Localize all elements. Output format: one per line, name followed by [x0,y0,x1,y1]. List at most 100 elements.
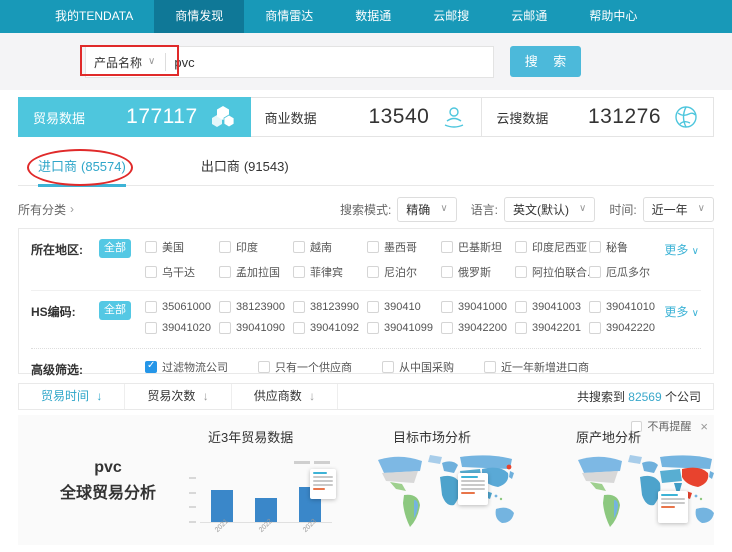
tab-importers[interactable]: 进口商(85574) [38,150,126,186]
checkbox-box[interactable] [441,241,453,253]
result-number: 82569 [628,390,661,404]
region-checkbox[interactable]: 巴基斯坦 [441,239,515,255]
sort-item[interactable]: 贸易时间 ↓ [19,384,125,409]
checkbox-box[interactable] [258,361,270,373]
search-input[interactable] [166,55,493,70]
origin-map[interactable] [570,451,720,533]
region-checkbox[interactable]: 墨西哥 [367,239,441,255]
region-all-button[interactable]: 全部 [99,239,131,258]
hs-checkbox[interactable]: 39041092 [293,322,367,334]
sort-item[interactable]: 贸易次数 ↓ [125,384,231,409]
advanced-checkbox[interactable]: 只有一个供应商 [258,359,352,375]
advanced-checkbox[interactable]: 从中国采购 [382,359,454,375]
option-select[interactable]: 英文(默认) ∨ [504,197,595,222]
region-checkbox[interactable]: 孟加拉国 [219,264,293,280]
checkbox-box[interactable] [219,266,231,278]
region-checkbox[interactable]: 越南 [293,239,367,255]
nav-item[interactable]: 数据通 [334,0,412,33]
checkbox-box[interactable] [293,241,305,253]
nav-item[interactable]: 商情发现 [154,0,244,33]
checkbox-box[interactable] [382,361,394,373]
checkbox-box[interactable] [367,241,379,253]
region-checkbox[interactable]: 菲律宾 [293,264,367,280]
nav-item[interactable]: 商情雷达 [244,0,334,33]
checkbox-label: 俄罗斯 [458,264,491,280]
stat-label: 商业数据 [265,108,317,127]
checkbox-box[interactable] [484,361,496,373]
trade-bar-chart[interactable]: 202120222023 [178,453,338,539]
hs-checkbox[interactable]: 39042220 [589,322,663,334]
hs-all-button[interactable]: 全部 [99,301,131,320]
nav-item[interactable]: 云邮搜 [412,0,490,33]
hs-checkbox[interactable]: 390410 [367,301,441,313]
hs-checkbox[interactable]: 39041090 [219,322,293,334]
checkbox-box[interactable] [589,241,601,253]
checkbox-box[interactable] [515,322,527,334]
checkbox-box[interactable] [293,322,305,334]
option-select[interactable]: 精确 ∨ [397,197,456,222]
close-icon[interactable]: × [700,419,708,434]
checkbox-box[interactable] [145,241,157,253]
hs-checkbox[interactable]: 39041020 [145,322,219,334]
checkbox-box[interactable] [441,322,453,334]
hs-checkbox[interactable]: 39042200 [441,322,515,334]
hs-checkbox[interactable]: 38123990 [293,301,367,313]
region-checkbox[interactable]: 印度 [219,239,293,255]
checkbox-box[interactable] [515,301,527,313]
checkbox-box[interactable] [515,266,527,278]
checkbox-box[interactable] [293,266,305,278]
search-button[interactable]: 搜 索 [510,46,581,77]
nav-item[interactable]: 云邮通 [490,0,568,33]
stat-trade-data[interactable]: 贸易数据 177117 [18,97,251,137]
hs-checkbox[interactable]: 39042201 [515,322,589,334]
checkbox-box[interactable] [589,322,601,334]
nav-item[interactable]: 我的TENDATA [34,0,154,33]
checkbox-box[interactable] [145,266,157,278]
checkbox-box[interactable] [219,301,231,313]
nav-item[interactable]: 帮助中心 [568,0,658,33]
checkbox-label: 秘鲁 [606,239,628,255]
region-checkbox[interactable]: 俄罗斯 [441,264,515,280]
checkbox-box[interactable] [589,301,601,313]
region-checkbox[interactable]: 美国 [145,239,219,255]
checkbox-box[interactable] [219,322,231,334]
hs-checkbox[interactable]: 39041003 [515,301,589,313]
region-checkbox[interactable]: 乌干达 [145,264,219,280]
stat-cloud-search-data[interactable]: 云搜数据 131276 [482,97,714,137]
checkbox-box[interactable] [367,322,379,334]
checkbox-box[interactable] [367,266,379,278]
hs-checkbox[interactable]: 35061000 [145,301,219,313]
target-market-map[interactable] [370,451,520,533]
checkbox-box[interactable] [145,301,157,313]
hs-checkbox[interactable]: 39041000 [441,301,515,313]
hs-more-link[interactable]: 更多 ∨ [664,303,699,320]
filter-label: 高级筛选: [31,359,99,378]
region-checkbox[interactable]: 阿拉伯联合... [515,264,589,280]
tab-exporters[interactable]: 出口商(91543) [201,150,289,186]
hs-checkbox[interactable]: 39041010 [589,301,663,313]
region-checkbox[interactable]: 秘鲁 [589,239,663,255]
search-field-selector[interactable]: 产品名称 ∨ [86,54,165,71]
checkbox-box[interactable] [219,241,231,253]
hs-checkbox[interactable]: 38123900 [219,301,293,313]
region-checkbox[interactable]: 尼泊尔 [367,264,441,280]
checkbox-box[interactable] [367,301,379,313]
sort-item[interactable]: 供应商数 ↓ [232,384,338,409]
checkbox-box[interactable] [515,241,527,253]
checkbox-box[interactable] [293,301,305,313]
advanced-checkbox[interactable]: 近一年新增进口商 [484,359,589,375]
advanced-checkbox[interactable]: 过滤物流公司 [145,359,228,375]
stat-business-data[interactable]: 商业数据 13540 [251,97,483,137]
checkbox-label: 厄瓜多尔 [606,264,650,280]
checkbox-box[interactable] [145,361,157,373]
checkbox-box[interactable] [441,301,453,313]
checkbox-box[interactable] [145,322,157,334]
region-checkbox[interactable]: 厄瓜多尔 [589,264,663,280]
checkbox-box[interactable] [441,266,453,278]
option-select[interactable]: 近一年 ∨ [643,197,714,222]
region-more-link[interactable]: 更多 ∨ [664,241,699,258]
all-categories-link[interactable]: 所有分类 [18,201,66,218]
hs-checkbox[interactable]: 39041099 [367,322,441,334]
checkbox-box[interactable] [589,266,601,278]
region-checkbox[interactable]: 印度尼西亚 [515,239,589,255]
